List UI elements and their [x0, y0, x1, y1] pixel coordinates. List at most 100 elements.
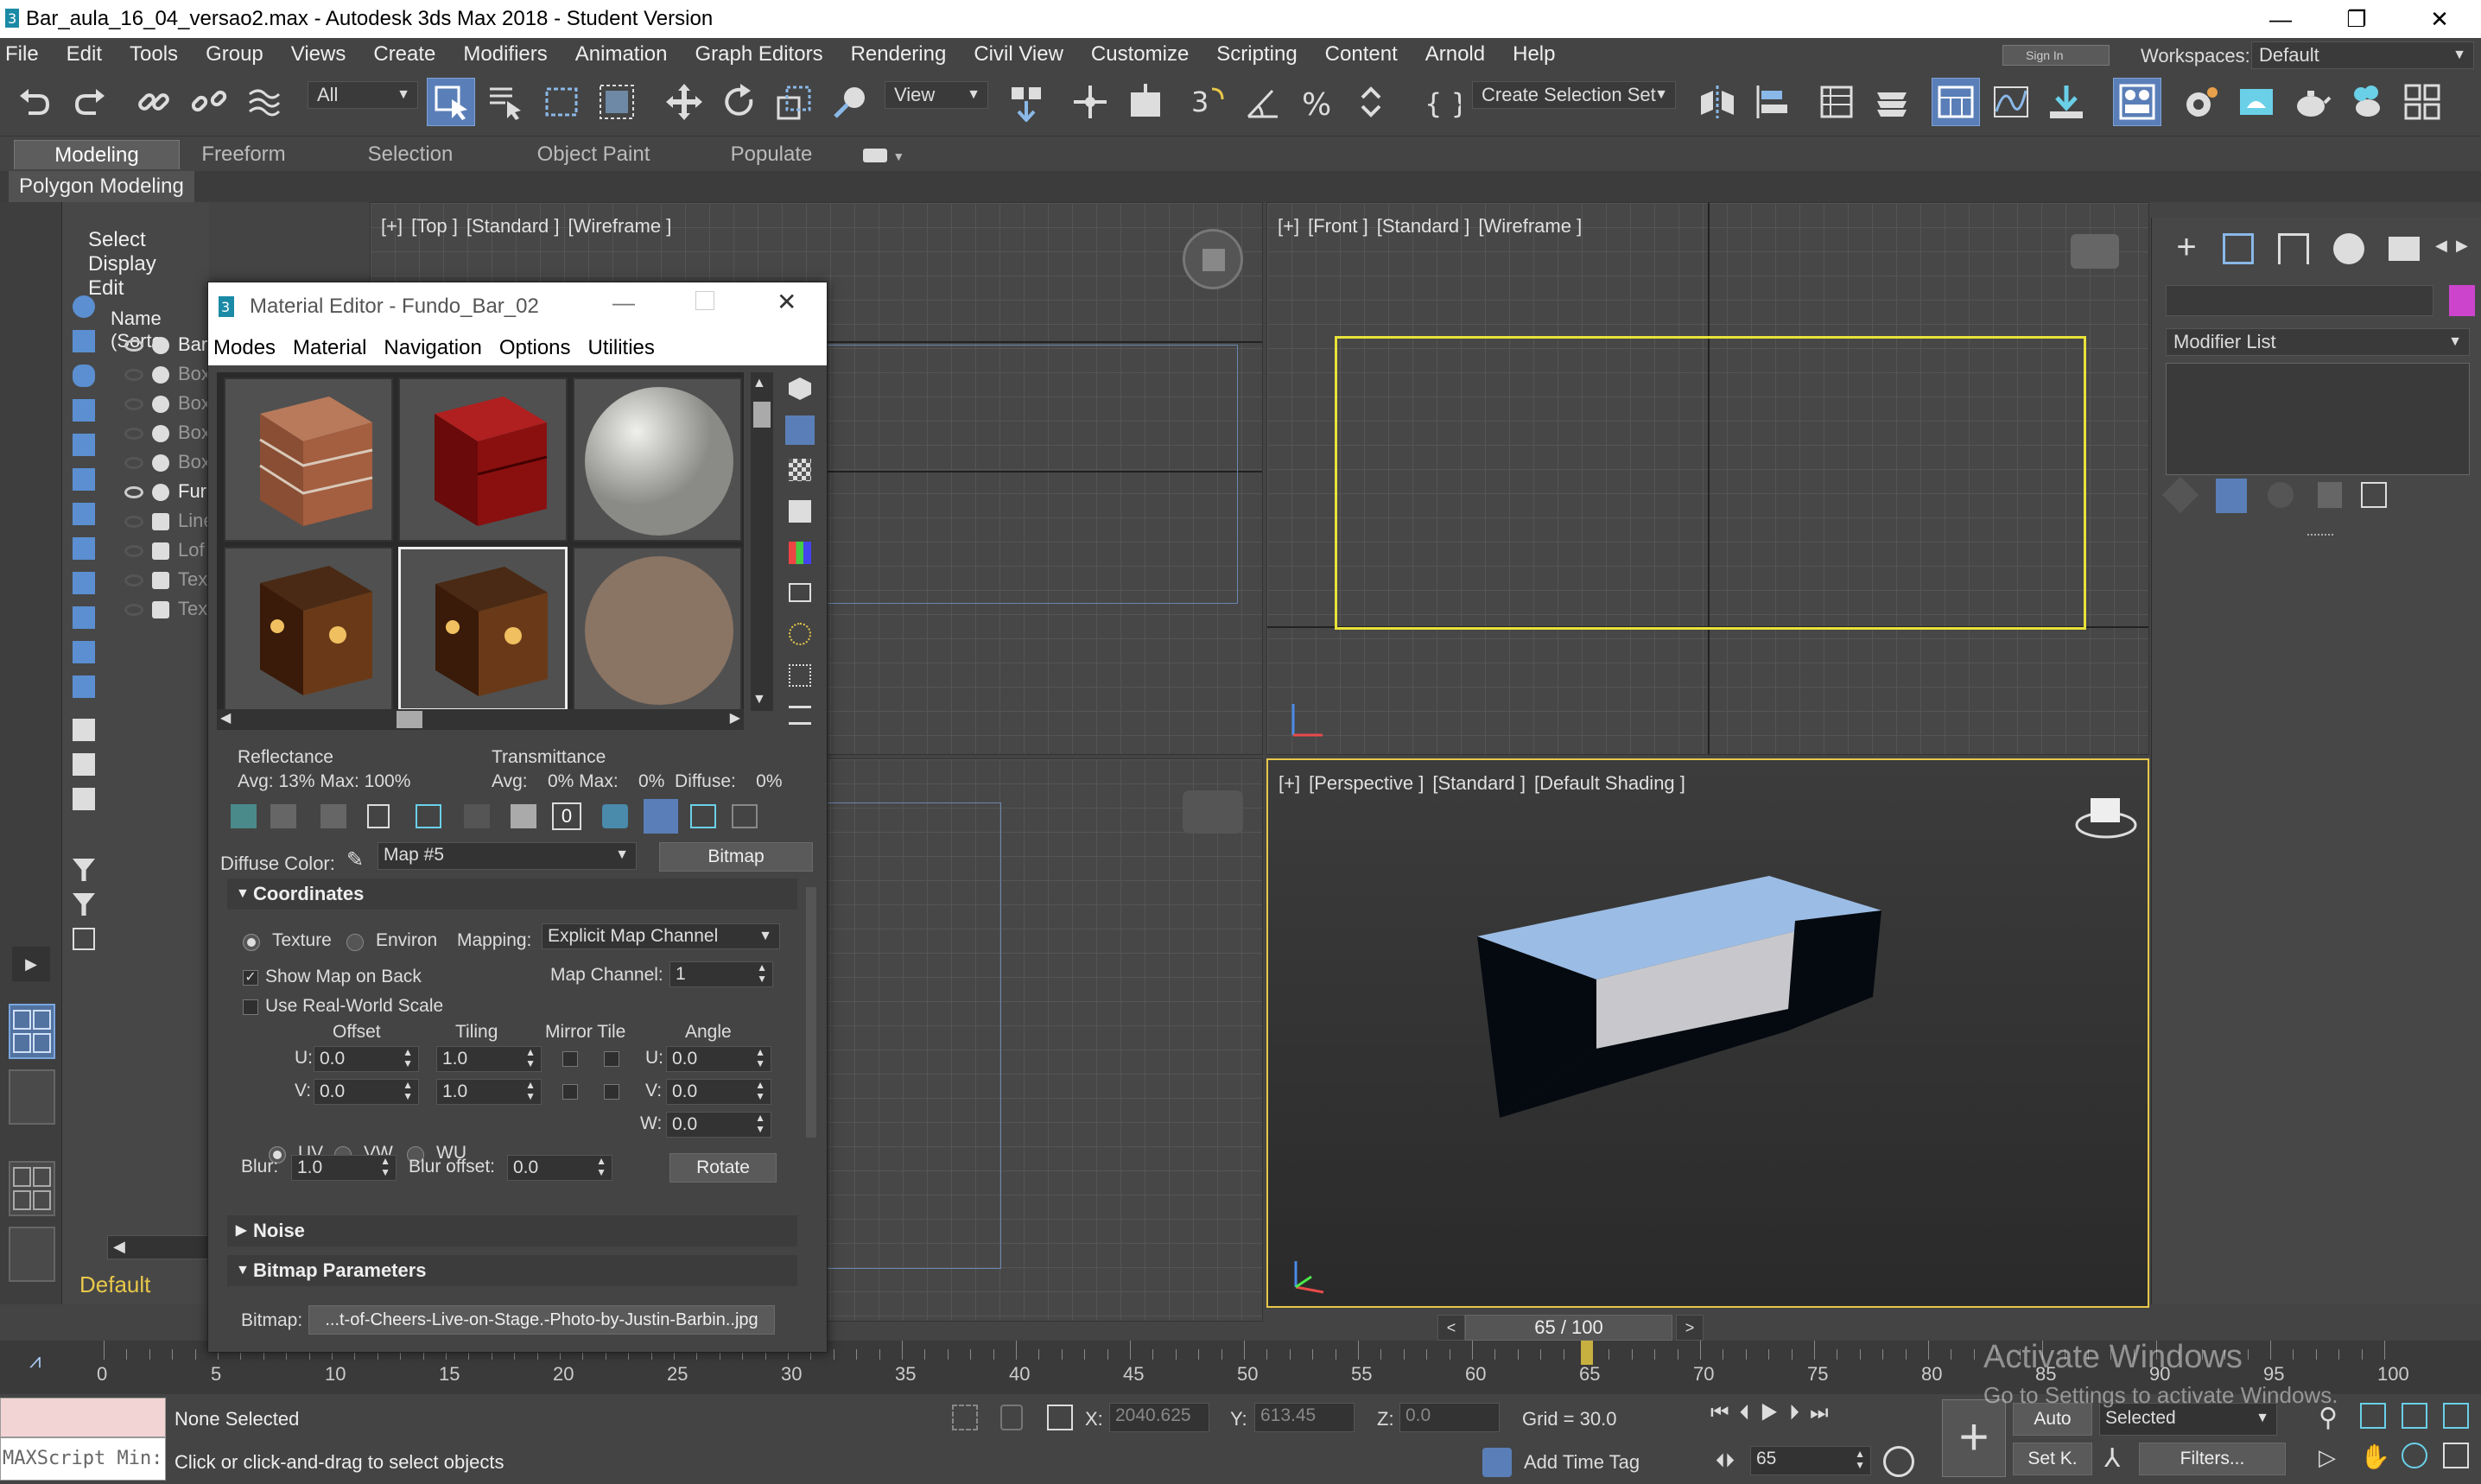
scroll-thumb[interactable]: [753, 402, 771, 428]
light-icon[interactable]: [73, 365, 95, 387]
toggle-scene-explorer-button[interactable]: [1812, 78, 1861, 126]
render-cloud-button[interactable]: [2343, 78, 2391, 126]
menu-civil-view[interactable]: Civil View: [960, 38, 1077, 71]
chevron-left-icon[interactable]: ◀: [2435, 237, 2447, 255]
menu-tools[interactable]: Tools: [116, 38, 192, 71]
mapping-dropdown[interactable]: Explicit Map Channel ▼: [542, 923, 780, 949]
tab-modeling[interactable]: Modeling: [14, 140, 180, 169]
eye-hidden-icon[interactable]: [124, 369, 143, 382]
make-preview-icon[interactable]: [789, 583, 811, 602]
eye-hidden-icon[interactable]: [124, 398, 143, 411]
redo-button[interactable]: [66, 78, 114, 126]
sample-slot-plaster[interactable]: [573, 377, 742, 542]
time-slider[interactable]: 65 / 100: [1465, 1315, 1672, 1341]
sample-slot-bar-1[interactable]: [224, 547, 393, 711]
eyedropper-icon[interactable]: ✎: [346, 847, 371, 873]
viewcube-icon[interactable]: [1183, 790, 1243, 834]
x-coordinate-field[interactable]: 2040.625: [1109, 1403, 1209, 1432]
viewport-perspective[interactable]: [+] [Perspective ] [Standard ] [Default Sha…: [1266, 758, 2149, 1308]
eye-hidden-icon[interactable]: [124, 428, 143, 441]
group-icon[interactable]: [73, 503, 95, 525]
list-item[interactable]: Tex: [124, 565, 207, 594]
box-object[interactable]: [1475, 833, 1890, 1126]
tab-selection[interactable]: Selection: [346, 140, 475, 169]
polygon-modeling-panel[interactable]: Polygon Modeling: [9, 171, 194, 202]
u-tiling-spinner[interactable]: 1.0 ▲ ▼: [436, 1046, 542, 1072]
minimize-icon[interactable]: —: [612, 289, 635, 316]
previous-frame-icon[interactable]: ⏴: [1740, 1401, 1761, 1424]
render-production-button[interactable]: [2287, 78, 2336, 126]
list-item[interactable]: Box: [124, 418, 211, 447]
list-item[interactable]: Tex: [124, 594, 207, 624]
maximize-icon[interactable]: [695, 291, 714, 310]
workspaces-dropdown[interactable]: Default ▼: [2251, 41, 2474, 69]
named-selection-set-dropdown[interactable]: Create Selection Set ▼: [1472, 81, 1676, 109]
scroll-thumb[interactable]: [397, 711, 422, 728]
eye-icon[interactable]: [124, 486, 143, 499]
hierarchy-tab-icon[interactable]: [2278, 233, 2309, 264]
bone-icon[interactable]: [73, 572, 95, 594]
put-to-scene-icon[interactable]: [270, 804, 296, 828]
window-crossing-button[interactable]: [593, 78, 641, 126]
zoom-extents-all-icon[interactable]: [2443, 1403, 2469, 1429]
noise-rollout-header[interactable]: ▶ Noise: [227, 1215, 797, 1246]
bind-space-warp-button[interactable]: [240, 78, 289, 126]
manipulate-button[interactable]: [1066, 78, 1114, 126]
menu-help[interactable]: Help: [1499, 38, 1569, 71]
curve-editor-button[interactable]: [1987, 78, 2035, 126]
go-to-end-icon[interactable]: ⏭: [1810, 1401, 1839, 1424]
toggle-ribbon-button[interactable]: [1932, 78, 1980, 126]
menu-material[interactable]: Material: [293, 336, 366, 360]
keyboard-shortcut-toggle[interactable]: [1121, 78, 1170, 126]
list-item[interactable]: Box: [124, 389, 211, 418]
sign-in-button[interactable]: Sign In: [2002, 45, 2110, 66]
object-name-field[interactable]: [2166, 285, 2433, 316]
list-item[interactable]: Line: [124, 506, 214, 536]
trash-icon[interactable]: [2318, 482, 2342, 508]
field-of-view-icon[interactable]: ▷: [2319, 1444, 2336, 1471]
material-editor-button[interactable]: [2113, 78, 2161, 126]
environ-radio[interactable]: [346, 934, 364, 951]
menu-edit[interactable]: Edit: [53, 38, 116, 71]
select-and-rotate-button[interactable]: [715, 78, 764, 126]
show-shaded-material-icon[interactable]: [602, 804, 628, 828]
menu-animation[interactable]: Animation: [562, 38, 682, 71]
list-item[interactable]: Fur: [124, 477, 206, 506]
pivot-center-button[interactable]: [1002, 78, 1050, 126]
isolate-selection-icon[interactable]: [952, 1405, 978, 1430]
next-frame-icon[interactable]: ⏵: [1789, 1401, 1810, 1424]
angle-snap-button[interactable]: [1239, 78, 1287, 126]
select-object-button[interactable]: [427, 78, 475, 126]
menu-display[interactable]: Display: [88, 252, 156, 276]
material-navigator-icon[interactable]: [789, 706, 811, 725]
map-name-dropdown[interactable]: Map #5 ▼: [378, 842, 637, 870]
resize-handle[interactable]: [2307, 534, 2333, 537]
curve-editor-mini-icon[interactable]: ⩘: [29, 1349, 41, 1373]
set-key-big-button[interactable]: +: [1942, 1399, 2006, 1477]
map-type-button[interactable]: Bitmap: [659, 842, 813, 872]
v-mirror-checkbox[interactable]: [562, 1084, 578, 1100]
create-tab-plus-icon[interactable]: +: [2169, 230, 2204, 264]
list-item[interactable]: Box: [124, 359, 211, 389]
v-tile-checkbox[interactable]: [604, 1084, 619, 1100]
viewport-perspective-label[interactable]: [+] [Perspective ] [Standard ] [Default Sha…: [1279, 772, 1694, 795]
percent-snap-button[interactable]: %: [1294, 78, 1342, 126]
ribbon-options-button[interactable]: ▼: [855, 140, 912, 169]
viewcube-icon[interactable]: [2071, 234, 2119, 269]
hidden-icon[interactable]: [73, 675, 95, 698]
eye-hidden-icon[interactable]: [124, 457, 143, 470]
z-coordinate-field[interactable]: 0.0: [1399, 1403, 1500, 1432]
add-time-tag-button[interactable]: Add Time Tag: [1524, 1451, 1640, 1474]
orbit-icon[interactable]: [2402, 1443, 2427, 1468]
u-tile-checkbox[interactable]: [604, 1051, 619, 1067]
make-unique-icon[interactable]: [2268, 482, 2294, 508]
container-icon[interactable]: [73, 606, 95, 629]
zoom-extents-icon[interactable]: [2402, 1403, 2427, 1429]
u-offset-spinner[interactable]: 0.0 ▲ ▼: [314, 1046, 419, 1072]
blur-spinner[interactable]: 1.0 ▲ ▼: [291, 1155, 397, 1181]
layout-four-alt[interactable]: [9, 1161, 55, 1216]
expand-layouts-button[interactable]: ▶: [12, 947, 50, 981]
v-angle-spinner[interactable]: 0.0 ▲ ▼: [666, 1079, 771, 1105]
modifier-list-dropdown[interactable]: Modifier List ▼: [2166, 328, 2470, 356]
selected-wireframe-box[interactable]: [1335, 336, 2086, 630]
